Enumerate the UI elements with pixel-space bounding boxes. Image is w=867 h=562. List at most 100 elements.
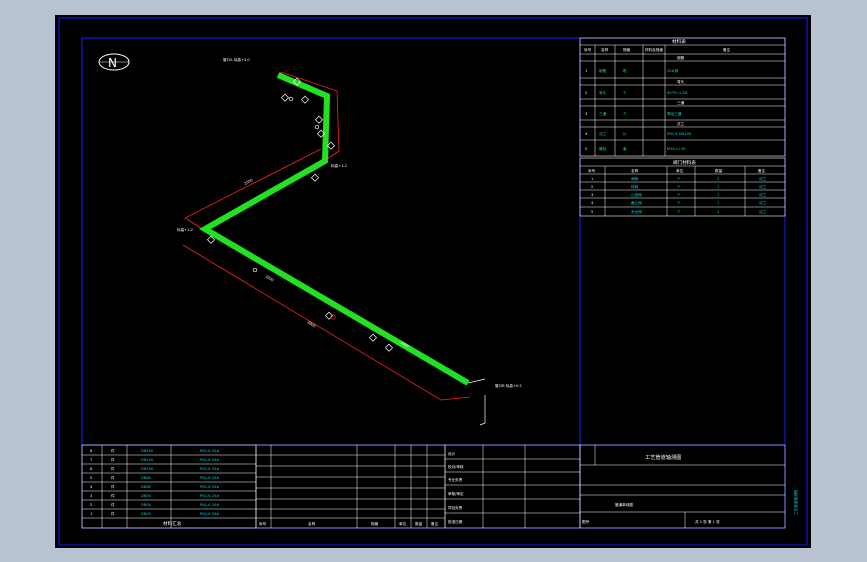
material-table: 材料表 序号 名称 规格 材料及规格 备注 钢管 1 钢管 根 20#钢 弯头 … [579, 37, 786, 157]
cell: 1 [591, 177, 593, 181]
cell: 2 [90, 503, 92, 507]
cell: DN80 [141, 476, 152, 480]
cell: DN25 [141, 512, 151, 516]
sign-row-label: 审核/审定 [448, 491, 464, 496]
header-cell: 序号 [584, 47, 592, 52]
cell: 安全阀 [631, 209, 642, 214]
cell: 2 [591, 185, 593, 189]
cell: 1 [717, 185, 719, 189]
north-arrow-icon: N [98, 53, 130, 71]
dimension-label: 2500 [244, 178, 255, 186]
cell: 法兰 [759, 200, 767, 205]
cell: 止回阀 [631, 192, 642, 197]
header-cell: 数量 [715, 168, 723, 173]
cell: PN1.6 20# [200, 503, 219, 507]
parts-table: 8 件 DN100 PN1.6 20# 7 件 DN100 PN1.6 20# … [81, 444, 257, 529]
cell: 4 [591, 201, 594, 205]
cell: 个 [677, 200, 681, 205]
cell: 个 [677, 209, 681, 214]
sign-row-label: 项目负责 [448, 505, 463, 510]
section-label: 法兰 [677, 121, 685, 126]
cell: 根 [623, 68, 627, 73]
cad-drawing: N 管口A 标高+3.0 标高+1.2 标高+1.2 管口B 标高+0.5 25… [58, 17, 808, 546]
header-cell: 序号 [588, 168, 596, 173]
cell: 5 [90, 476, 92, 480]
sign-row-label: 专业负责 [448, 477, 463, 482]
cell: 2 [585, 91, 587, 95]
cell: 片 [623, 131, 627, 136]
parts-table-footer: 材料汇总 [163, 520, 182, 527]
cell: DN100 [141, 458, 154, 462]
cell: 套 [623, 146, 627, 151]
cell: 法兰 [759, 209, 767, 214]
cell: PN1.6 20# [200, 449, 219, 453]
cell: 1 [717, 210, 719, 214]
cell: 法兰 [759, 176, 767, 181]
cell: 3 [591, 193, 593, 197]
side-vertical-label: 工艺管道轴测图 [793, 489, 798, 515]
header-cell: 材料及规格 [645, 47, 663, 52]
cell: 等径三通 [667, 111, 682, 116]
cell: 1 [90, 512, 92, 516]
signature-block [444, 444, 581, 529]
cell: PN1.6 20# [200, 494, 219, 498]
col-label: 名称 [308, 521, 316, 526]
cell: PN1.6 20# [200, 476, 219, 480]
cell: DN50 [141, 503, 152, 507]
dimension-label: 4800 [306, 320, 317, 329]
cell: 三通 [599, 111, 607, 116]
cell: 件 [111, 466, 115, 471]
cell: DN50 [141, 494, 152, 498]
cell: PN1.6 20# [200, 485, 219, 489]
cell: 件 [111, 502, 115, 507]
cell: 5 [585, 147, 587, 151]
col-label: 备注 [431, 521, 439, 526]
cell: 螺栓 [599, 146, 607, 151]
cell: 5 [591, 210, 593, 214]
cell: 球阀 [631, 184, 639, 189]
cell: 法兰 [599, 131, 607, 136]
cell: 截止阀 [631, 200, 642, 205]
cell: 个 [677, 184, 681, 189]
header-cell: 规格 [623, 47, 631, 52]
cell: 件 [111, 511, 115, 516]
revision-grid [255, 444, 446, 529]
cell: DN100 [141, 449, 154, 453]
cell: DN100 [141, 467, 154, 471]
pipe-end-label: 管口B 标高+0.5 [495, 383, 522, 388]
cell: 钢管 [599, 68, 607, 73]
cell: 法兰 [759, 192, 767, 197]
section-label: 弯头 [677, 79, 685, 84]
col-label: 数量 [415, 521, 423, 526]
cell: 7 [90, 458, 92, 462]
header-cell: 备注 [758, 168, 766, 173]
north-label: N [108, 56, 117, 70]
col-label: 单位 [399, 521, 407, 526]
cell: 弯头 [599, 90, 607, 95]
cell: 8 [90, 449, 93, 453]
title-block [579, 444, 786, 529]
cell: 闸阀 [631, 176, 639, 181]
cell: 1 [585, 69, 587, 73]
sign-row-label: 批准日期 [448, 519, 463, 524]
header-cell: 备注 [723, 47, 731, 52]
cell: 件 [111, 448, 115, 453]
pipe-start-label: 管口A 标高+3.0 [223, 57, 250, 62]
cell: 件 [111, 457, 115, 462]
cell: 个 [677, 192, 681, 197]
project-title: 工艺管道轴测图 [645, 453, 681, 461]
cell: 件 [111, 493, 115, 498]
cell: 1 [717, 201, 719, 205]
sign-row-label: 校对/审核 [448, 464, 464, 469]
valve-table-title: 阀门材料表 [673, 159, 696, 166]
cell: 件 [111, 484, 115, 489]
material-table-title: 材料表 [672, 38, 686, 45]
cell: 6 [90, 467, 93, 471]
sheet-label: 共 1 张 第 1 张 [695, 519, 720, 524]
cell: PN1.6 20# [200, 467, 219, 471]
cell: 个 [623, 111, 627, 116]
drawing-sheet: N 管口A 标高+3.0 标高+1.2 标高+1.2 管口B 标高+0.5 25… [55, 15, 811, 548]
drawing-name: 管道单线图 [615, 502, 633, 507]
col-label: 序号 [259, 521, 267, 526]
header-cell: 名称 [601, 47, 609, 52]
